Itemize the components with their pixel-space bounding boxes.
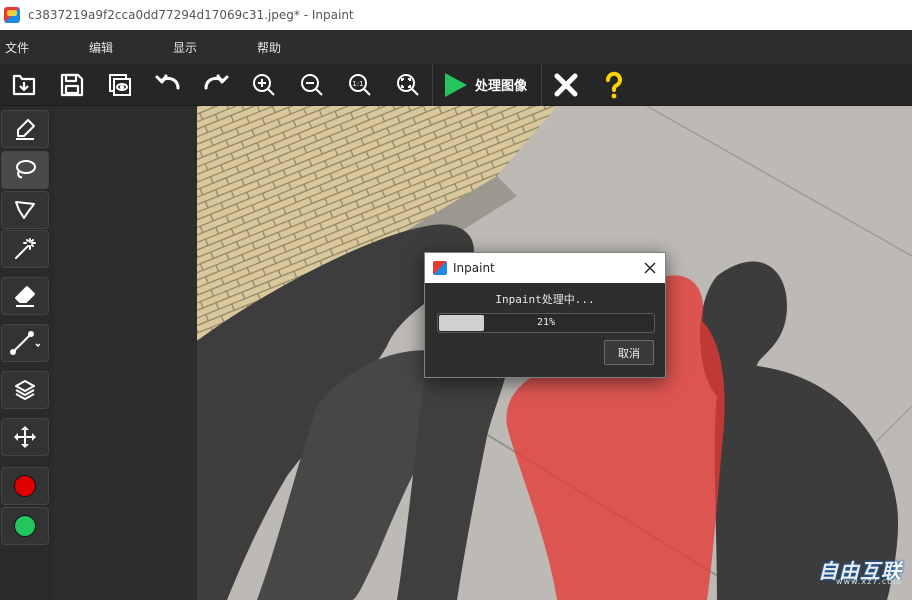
eraser-icon — [15, 286, 35, 307]
title-bar: c3837219a9f2cca0dd77294d17069c31.jpeg* -… — [0, 0, 912, 30]
primary-color-button[interactable] — [1, 467, 49, 505]
zoom-in-button[interactable] — [240, 64, 288, 106]
app-logo-icon — [4, 7, 20, 23]
help-button[interactable] — [590, 64, 638, 106]
process-image-label: 处理图像 — [475, 79, 528, 94]
zoom-out-icon — [301, 73, 323, 96]
secondary-color-button[interactable] — [1, 507, 49, 545]
help-icon — [606, 71, 622, 98]
dialog-title: Inpaint — [453, 261, 495, 275]
marker-icon — [16, 119, 35, 140]
dialog-close-button[interactable] — [635, 253, 665, 283]
close-icon — [644, 262, 656, 274]
undo-button[interactable] — [144, 64, 192, 106]
play-icon — [445, 72, 467, 97]
layers-icon — [15, 380, 35, 400]
window-title: c3837219a9f2cca0dd77294d17069c31.jpeg* -… — [28, 8, 354, 22]
menu-edit[interactable]: 编辑 — [84, 39, 168, 56]
menu-file[interactable]: 文件 — [0, 39, 84, 56]
magic-wand-icon — [15, 238, 36, 259]
line-tool-button[interactable] — [1, 324, 49, 362]
fit-to-screen-button[interactable] — [384, 64, 432, 106]
lasso-tool-button[interactable] — [1, 151, 49, 189]
move-icon — [14, 426, 36, 448]
fit-to-screen-icon — [397, 73, 419, 96]
menu-view[interactable]: 显示 — [168, 39, 252, 56]
cancel-button[interactable]: 取消 — [604, 340, 654, 365]
primary-color-swatch — [14, 475, 36, 497]
zoom-out-button[interactable] — [288, 64, 336, 106]
actual-size-icon: 1:1 — [349, 73, 371, 96]
progress-bar: 21% — [437, 313, 655, 333]
polygonal-lasso-icon — [15, 201, 35, 219]
line-tool-icon — [10, 331, 40, 355]
marker-tool-button[interactable] — [1, 110, 49, 148]
open-icon — [12, 74, 36, 95]
redo-icon — [204, 74, 229, 89]
save-button[interactable] — [48, 64, 96, 106]
open-button[interactable] — [0, 64, 48, 106]
zoom-in-icon — [253, 73, 275, 96]
clear-selection-button[interactable] — [542, 64, 590, 106]
move-tool-button[interactable] — [1, 418, 49, 456]
polygonal-lasso-tool-button[interactable] — [1, 191, 49, 229]
eraser-tool-button[interactable] — [1, 277, 49, 315]
menu-bar: 文件 编辑 显示 帮助 — [0, 30, 912, 64]
save-as-icon — [109, 73, 131, 96]
dialog-title-bar: Inpaint — [425, 253, 665, 283]
side-panel — [54, 106, 197, 600]
secondary-color-swatch — [14, 515, 36, 537]
close-icon — [554, 73, 578, 96]
actual-size-button[interactable]: 1:1 — [336, 64, 384, 106]
tool-palette — [0, 106, 54, 600]
app-logo-icon — [433, 261, 447, 275]
process-image-button[interactable]: 处理图像 — [433, 64, 541, 106]
toolbar: 1:1 处理图像 — [0, 63, 912, 106]
progress-text: 21% — [536, 317, 556, 328]
dialog-message: Inpaint处理中... — [495, 293, 595, 306]
magic-wand-tool-button[interactable] — [1, 230, 49, 268]
watermark-url: www.xz7.com — [835, 577, 902, 586]
watermark: 自由互联 www.xz7.com — [818, 555, 902, 586]
lasso-icon — [16, 160, 36, 179]
save-icon — [60, 73, 84, 96]
progress-dialog: Inpaint Inpaint处理中... 21% 取消 — [424, 252, 666, 378]
redo-button[interactable] — [192, 64, 240, 106]
layers-tool-button[interactable] — [1, 371, 49, 409]
menu-help[interactable]: 帮助 — [252, 39, 336, 56]
save-as-button[interactable] — [96, 64, 144, 106]
undo-icon — [155, 74, 180, 89]
svg-text:1:1: 1:1 — [352, 80, 363, 88]
